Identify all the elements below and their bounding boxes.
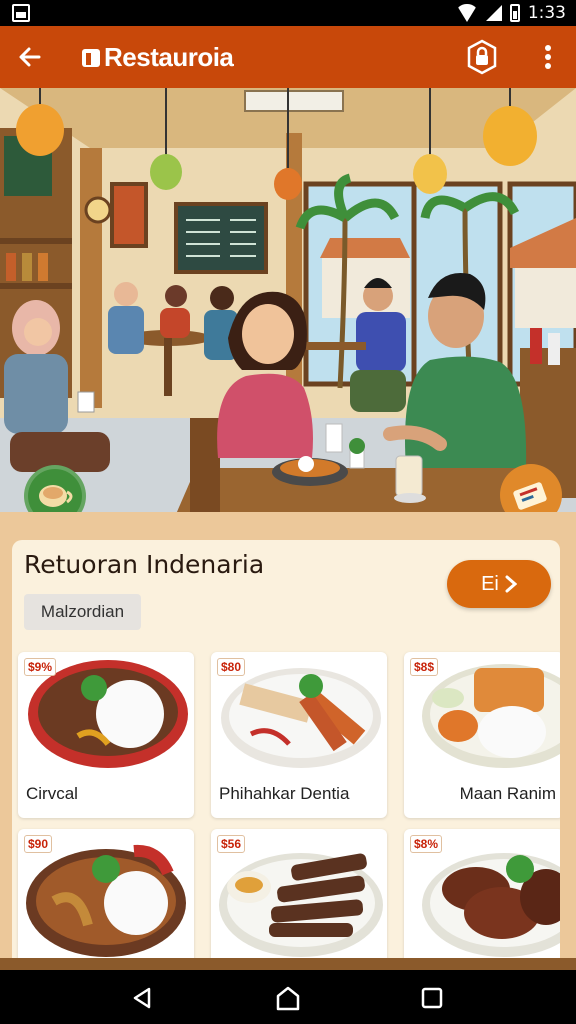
more-vert-icon (545, 45, 551, 69)
location-chip[interactable]: Malzordian (24, 594, 141, 630)
go-button-label: Ei (481, 572, 499, 595)
app-logo-icon (82, 48, 100, 67)
chevron-right-icon (505, 575, 517, 593)
menu-item-name: Phihahkar Dentia (219, 784, 350, 803)
status-time: 1:33 (527, 3, 566, 23)
menu-item[interactable]: $9% Cirvcal (18, 652, 194, 818)
app-title: Restauroia (80, 42, 234, 73)
price-badge: $8$ (410, 658, 439, 676)
home-icon (276, 986, 300, 1011)
lock-icon (467, 39, 497, 75)
arrow-left-icon (19, 47, 41, 67)
app-title-text: Restauroia (104, 42, 234, 72)
content-sheet: Retuoran Indenaria Malzordian Ei $9% Cir… (0, 512, 576, 980)
wifi-icon (455, 4, 478, 22)
hero-image (0, 88, 576, 528)
overflow-menu-button[interactable] (528, 37, 568, 77)
restaurant-name: Retuoran Indenaria (24, 550, 265, 579)
price-badge: $9% (24, 658, 57, 676)
lock-button[interactable] (462, 37, 502, 77)
menu-item-name: Cirvcal (26, 784, 78, 803)
nav-back-button[interactable] (122, 978, 162, 1018)
nav-recents-button[interactable] (412, 978, 452, 1018)
bottom-strip (0, 958, 576, 970)
menu-item[interactable]: $8$ Maan Ranim (404, 652, 560, 818)
price-badge: $56 (217, 835, 246, 853)
menu-item-name: Maan Ranim (459, 784, 556, 803)
go-button[interactable]: Ei (447, 560, 551, 608)
signal-icon (485, 5, 502, 21)
coffee-cup-icon (39, 485, 73, 507)
menu-item[interactable]: $80 Phihahkar Dentia (211, 652, 387, 818)
price-badge: $90 (24, 835, 53, 853)
back-triangle-icon (133, 987, 151, 1009)
system-nav-bar (0, 970, 576, 1024)
back-button[interactable] (10, 37, 50, 77)
nav-home-button[interactable] (268, 978, 308, 1018)
recents-icon (421, 987, 443, 1009)
restaurant-card: Retuoran Indenaria Malzordian Ei $9% Cir… (12, 540, 560, 980)
price-badge: $8% (410, 835, 443, 853)
battery-icon (509, 4, 520, 22)
ticket-icon (513, 482, 547, 510)
price-badge: $80 (217, 658, 246, 676)
restaurant-interior-illustration (0, 88, 576, 528)
app-bar: Restauroia (0, 26, 576, 88)
status-bar: 1:33 (0, 0, 576, 26)
image-icon (12, 4, 30, 22)
